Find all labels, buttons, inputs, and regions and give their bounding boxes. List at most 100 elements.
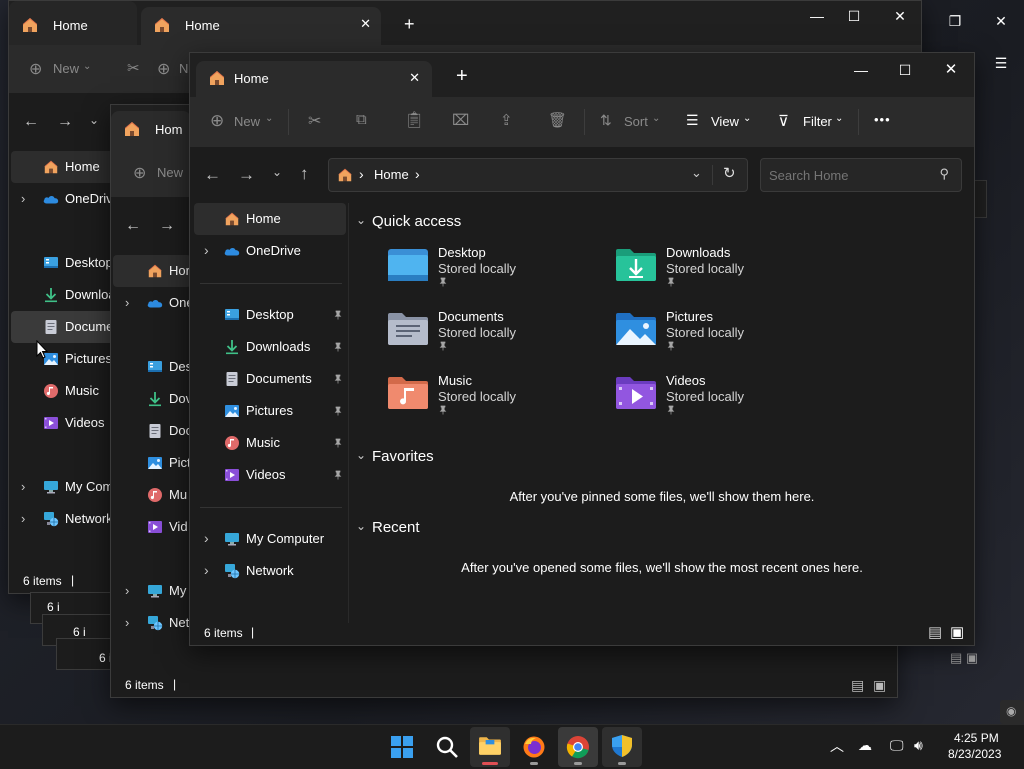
forward-arrow-icon[interactable]: → — [159, 217, 175, 235]
view-button[interactable]: View — [711, 114, 739, 129]
nav-videos[interactable]: Videos — [194, 459, 346, 491]
restore-button[interactable]: ❐ — [932, 6, 978, 36]
back-arrow-icon[interactable]: ← — [204, 165, 221, 185]
clock-time[interactable]: 4:25 PM — [954, 731, 999, 745]
chrome-taskbar-button[interactable] — [558, 727, 598, 767]
nav-network[interactable]: › Net — [113, 607, 191, 639]
expand-chevron-icon[interactable]: › — [125, 615, 129, 630]
nav-music[interactable]: Music — [194, 427, 346, 459]
nav-onedrive[interactable]: › OneDrive — [11, 183, 120, 215]
rename-icon[interactable]: ⌧ — [452, 111, 469, 129]
favorites-heading[interactable]: Favorites — [372, 448, 434, 465]
recent-locations-chevron-icon[interactable]: ⌄ — [272, 165, 282, 179]
pin-icon[interactable] — [333, 310, 343, 320]
nav-music[interactable]: Mu — [113, 479, 191, 511]
expand-chevron-icon[interactable]: › — [204, 562, 209, 578]
close-button[interactable]: ✕ — [877, 1, 921, 31]
new-button-2[interactable]: N — [179, 61, 188, 76]
nav-pictures[interactable]: Pict — [113, 447, 191, 479]
quick-access-item[interactable]: Videos Stored locally — [614, 373, 844, 433]
volume-icon[interactable]: 🔊︎ — [914, 737, 923, 754]
expand-chevron-icon[interactable]: › — [21, 191, 25, 206]
back-arrow-icon[interactable]: ← — [23, 113, 39, 131]
tab-home-2[interactable]: Home ✕ — [141, 7, 381, 45]
quick-access-collapse-icon[interactable]: ⌄ — [356, 213, 366, 227]
nav-home[interactable]: Home — [11, 151, 117, 183]
nav-pictures[interactable]: Pictures — [194, 395, 346, 427]
maximize-button[interactable]: ☐ — [831, 1, 877, 31]
nav-desktop[interactable]: Desktop — [11, 247, 117, 279]
forward-arrow-icon[interactable]: → — [57, 113, 73, 131]
nav-pictures[interactable]: Pictures — [11, 343, 117, 375]
pin-icon[interactable] — [333, 342, 343, 352]
nav-my-computer[interactable]: › My Computer — [194, 523, 346, 555]
refresh-icon[interactable]: ↻ — [723, 164, 736, 182]
pin-icon[interactable] — [333, 374, 343, 384]
menu-icon[interactable]: ☰ — [978, 48, 1024, 78]
quick-access-item[interactable]: Downloads Stored locally — [614, 245, 844, 305]
network-monitor-icon[interactable]: 🖵︎ — [890, 737, 904, 754]
expand-chevron-icon[interactable]: › — [125, 583, 129, 598]
filter-button[interactable]: Filter — [803, 114, 832, 129]
share-icon[interactable]: ⇪ — [500, 111, 513, 129]
nav-downloads[interactable]: Downloa — [11, 279, 117, 311]
paste-icon[interactable]: 📋︎ — [404, 110, 424, 130]
address-dropdown-chevron-icon[interactable]: ⌄ — [691, 165, 702, 181]
nav-network[interactable]: › Network — [11, 503, 117, 535]
search-icon[interactable]: ⚲ — [939, 166, 949, 182]
new-button[interactable]: New — [157, 165, 183, 180]
back-arrow-icon[interactable]: ← — [125, 217, 141, 235]
nav-downloads[interactable]: Downloads — [194, 331, 346, 363]
nav-documents[interactable]: Documents — [194, 363, 346, 395]
close-tab-icon[interactable]: ✕ — [360, 16, 371, 32]
close-tab-icon[interactable]: ✕ — [409, 70, 420, 86]
forward-arrow-icon[interactable]: → — [238, 165, 255, 185]
close-button[interactable]: ✕ — [928, 55, 974, 85]
recent-chevron-icon[interactable]: ⌄ — [89, 113, 99, 127]
expand-chevron-icon[interactable]: › — [21, 511, 25, 526]
clock-date[interactable]: 8/23/2023 — [948, 747, 1001, 761]
minimize-button[interactable]: — — [838, 55, 884, 85]
new-button[interactable]: New — [53, 61, 79, 76]
tiles-view-icon[interactable]: ▣ — [873, 677, 886, 694]
pin-icon[interactable] — [333, 470, 343, 480]
search-button[interactable] — [426, 727, 466, 767]
nav-onedrive[interactable]: › One — [113, 287, 194, 319]
breadcrumb-home[interactable]: Home — [374, 167, 409, 182]
tab-home[interactable]: Home — [9, 1, 137, 45]
nav-onedrive[interactable]: › OneDrive — [194, 235, 346, 267]
nav-network[interactable]: › Network — [194, 555, 346, 587]
details-view-icon[interactable]: ▤ — [928, 623, 942, 641]
nav-my-computer[interactable]: › My Comp — [11, 471, 121, 503]
sort-button[interactable]: Sort — [624, 114, 648, 129]
quick-access-item[interactable]: Music Stored locally — [386, 373, 616, 433]
tab-home[interactable]: Hom — [111, 111, 191, 149]
file-explorer-taskbar-button[interactable] — [470, 727, 510, 767]
nav-home[interactable]: Home — [194, 203, 346, 235]
nav-videos[interactable]: Vid — [113, 511, 191, 543]
up-arrow-icon[interactable]: ↑ — [300, 164, 309, 184]
delete-icon[interactable]: 🗑︎ — [548, 111, 567, 129]
quick-access-heading[interactable]: Quick access — [372, 213, 461, 230]
expand-chevron-icon[interactable]: › — [125, 295, 129, 310]
new-button[interactable]: New — [234, 114, 260, 129]
pin-icon[interactable] — [333, 438, 343, 448]
quick-access-item[interactable]: Desktop Stored locally — [386, 245, 616, 305]
cut-icon[interactable]: ✂ — [127, 59, 140, 77]
breadcrumb-separator[interactable]: › — [415, 166, 420, 182]
tab-home[interactable]: Home ✕ — [196, 61, 432, 97]
nav-home[interactable]: Hor — [113, 255, 191, 287]
explorer-window-main[interactable]: Home ✕ + — ☐ ✕ ⊕ New ⌄ ✂ ⧉ 📋︎ ⌧ ⇪ 🗑︎ ⇅ S… — [189, 52, 975, 646]
expand-chevron-icon[interactable]: › — [204, 242, 209, 258]
cloud-offline-icon[interactable]: ☁ — [858, 737, 872, 754]
recent-collapse-icon[interactable]: ⌄ — [356, 519, 366, 533]
search-input[interactable] — [767, 163, 931, 187]
new-tab-button[interactable]: + — [456, 65, 468, 88]
nav-desktop[interactable]: Desktop — [194, 299, 346, 331]
search-box[interactable]: ⚲ — [760, 158, 962, 192]
maximize-button[interactable]: ☐ — [882, 55, 928, 85]
security-taskbar-button[interactable] — [602, 727, 642, 767]
firefox-taskbar-button[interactable] — [514, 727, 554, 767]
show-hidden-icons-chevron[interactable]: ︿ — [830, 736, 844, 756]
tiles-view-icon[interactable]: ▣ — [950, 623, 964, 641]
